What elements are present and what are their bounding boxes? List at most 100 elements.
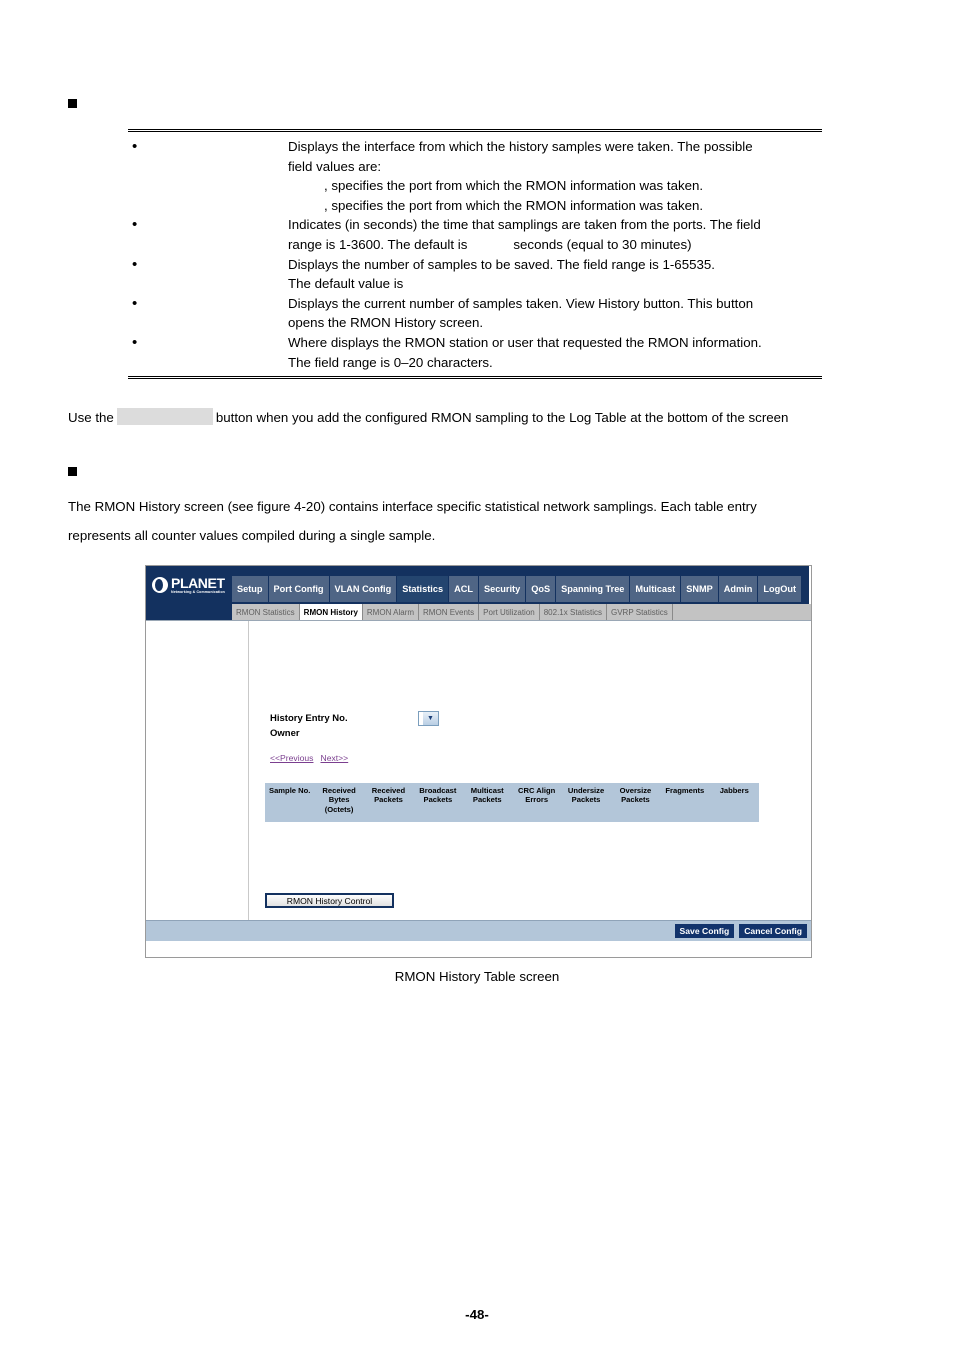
definition-description: Displays the current number of samples t…: [288, 294, 822, 333]
previous-link[interactable]: <<Previous: [270, 753, 313, 763]
bullet-glyph: •: [132, 138, 138, 155]
nav-item-port-config[interactable]: Port Config: [268, 576, 330, 602]
rmon-history-table: Sample No. Received Bytes (Octets) Recei…: [265, 783, 759, 824]
paragraph-line: represents all counter values compiled d…: [68, 528, 436, 543]
bullet-glyph: •: [132, 255, 138, 273]
app-main-panel: History Entry No. ▼ Owner <<Previous Next…: [249, 621, 811, 941]
definition-term-cell: •: [128, 294, 288, 314]
use-button-paragraph: Use the button when you add the configure…: [68, 403, 868, 432]
chevron-down-icon: ▼: [423, 712, 438, 725]
next-link[interactable]: Next>>: [320, 753, 348, 763]
column-crc-align-errors: CRC Align Errors: [511, 783, 562, 824]
table-row: • Displays the number of samples to be s…: [128, 255, 822, 294]
paragraph-line: The RMON History screen (see figure 4-20…: [68, 499, 757, 514]
nav-item-security[interactable]: Security: [478, 576, 527, 602]
logo-tagline: Networking & Communication: [171, 589, 225, 594]
description-line-tail: seconds (equal to 30 minutes): [513, 236, 692, 252]
column-broadcast-packets: Broadcast Packets: [413, 783, 463, 824]
pagination-links: <<Previous Next>>: [270, 753, 355, 763]
nav-item-logout[interactable]: LogOut: [758, 576, 803, 602]
history-intro-paragraph: The RMON History screen (see figure 4-20…: [68, 492, 858, 550]
nav-item-list: Setup Port Config VLAN Config Statistics…: [232, 576, 803, 602]
description-line: Where displays the RMON station or user …: [288, 334, 762, 350]
definition-description: Displays the number of samples to be sav…: [288, 255, 822, 294]
definition-description: Where displays the RMON station or user …: [288, 333, 822, 372]
bullet-glyph: •: [132, 216, 138, 234]
nav-item-statistics[interactable]: Statistics: [397, 576, 450, 602]
nav-item-admin[interactable]: Admin: [718, 576, 759, 602]
app-bottom-action-bar: Save Config Cancel Config: [146, 920, 811, 941]
description-line: The field range is 0–20 characters.: [288, 354, 493, 370]
nav-item-vlan-config[interactable]: VLAN Config: [329, 576, 398, 602]
column-fragments: Fragments: [660, 783, 710, 824]
app-left-panel: [146, 621, 249, 941]
embedded-app-screenshot: PLANET Networking & Communication Setup …: [145, 565, 812, 958]
field-definition-table: • Displays the interface from which the …: [128, 129, 822, 380]
column-oversize-packets: Oversize Packets: [610, 783, 661, 824]
column-received-bytes: Received Bytes (Octets): [314, 783, 364, 824]
save-config-button[interactable]: Save Config: [674, 924, 735, 938]
subnav-item-rmon-history[interactable]: RMON History: [299, 604, 363, 620]
app-top-navigation: PLANET Networking & Communication Setup …: [146, 566, 811, 604]
table-row: • Displays the current number of samples…: [128, 294, 822, 333]
planet-logo: PLANET Networking & Communication: [146, 566, 232, 604]
nav-item-spanning-tree[interactable]: Spanning Tree: [556, 576, 631, 602]
subnav-item-gvrp-statistics[interactable]: GVRP Statistics: [607, 604, 673, 620]
description-line: Indicates (in seconds) the time that sam…: [288, 217, 761, 233]
definition-term-cell: •: [128, 137, 288, 157]
nav-item-qos[interactable]: QoS: [526, 576, 557, 602]
subnav-item-port-utilization[interactable]: Port Utilization: [479, 604, 540, 620]
history-entry-select[interactable]: ▼: [418, 711, 439, 726]
owner-label: Owner: [270, 728, 300, 739]
bullet-glyph: •: [132, 294, 138, 312]
subnav-item-rmon-events[interactable]: RMON Events: [419, 604, 480, 620]
bullet-glyph: •: [132, 333, 138, 351]
description-line: Displays the interface from which the hi…: [288, 139, 753, 154]
logo-brand-name: PLANET: [171, 574, 225, 591]
subnav-item-rmon-statistics[interactable]: RMON Statistics: [232, 604, 300, 620]
cancel-config-button[interactable]: Cancel Config: [739, 924, 807, 938]
column-received-packets: Received Packets: [363, 783, 414, 824]
column-multicast-packets: Multicast Packets: [462, 783, 512, 824]
app-sub-navigation: RMON Statistics RMON History RMON Alarm …: [146, 604, 811, 621]
redacted-button-name: [116, 408, 213, 425]
paragraph-prefix: Use the: [68, 410, 114, 425]
subnav-item-8021x-statistics[interactable]: 802.1x Statistics: [540, 604, 607, 620]
rmon-history-control-button[interactable]: RMON History Control: [265, 893, 394, 908]
owner-row: Owner: [270, 728, 418, 739]
history-entry-row: History Entry No. ▼: [270, 711, 439, 726]
definition-description: Indicates (in seconds) the time that sam…: [288, 215, 822, 254]
column-jabbers: Jabbers: [709, 783, 759, 824]
logo-text: PLANET Networking & Communication: [171, 576, 225, 595]
definition-term-cell: •: [128, 333, 288, 353]
nav-item-snmp[interactable]: SNMP: [681, 576, 719, 602]
definition-term-cell: •: [128, 215, 288, 235]
nav-item-multicast[interactable]: Multicast: [630, 576, 682, 602]
nav-item-acl[interactable]: ACL: [449, 576, 479, 602]
page-number: -48-: [465, 1307, 489, 1322]
nav-item-setup[interactable]: Setup: [232, 576, 269, 602]
description-line: Displays the current number of samples t…: [288, 295, 754, 311]
table-row: • Displays the interface from which the …: [128, 137, 822, 215]
description-line: The default value is: [288, 276, 404, 292]
table-row: • Where displays the RMON station or use…: [128, 333, 822, 372]
description-line-text: range is 1-3600. The default is: [288, 236, 468, 252]
app-content-area: History Entry No. ▼ Owner <<Previous Next…: [146, 621, 811, 941]
table-row: • Indicates (in seconds) the time that s…: [128, 215, 822, 254]
description-line: , specifies the port from which the RMON…: [324, 178, 704, 194]
column-sample-no: Sample No.: [265, 783, 315, 824]
paragraph-suffix: button when you add the configured RMON …: [215, 410, 789, 425]
history-entry-label: History Entry No.: [270, 713, 348, 724]
figure-caption: RMON History Table screen: [394, 969, 560, 984]
globe-icon: [152, 577, 168, 593]
subnav-item-rmon-alarm[interactable]: RMON Alarm: [363, 604, 420, 620]
definition-description: Displays the interface from which the hi…: [288, 137, 822, 215]
table-header: Sample No. Received Bytes (Octets) Recei…: [265, 783, 759, 824]
column-undersize-packets: Undersize Packets: [561, 783, 611, 824]
subnav-spacer: [146, 604, 232, 620]
table-header-row: Sample No. Received Bytes (Octets) Recei…: [265, 783, 759, 824]
section-marker-bullet: [68, 99, 77, 108]
description-line: range is 1-3600. The default is seconds (…: [288, 235, 822, 255]
section-marker-bullet: [68, 467, 77, 476]
description-line: Displays the number of samples to be sav…: [288, 256, 715, 272]
